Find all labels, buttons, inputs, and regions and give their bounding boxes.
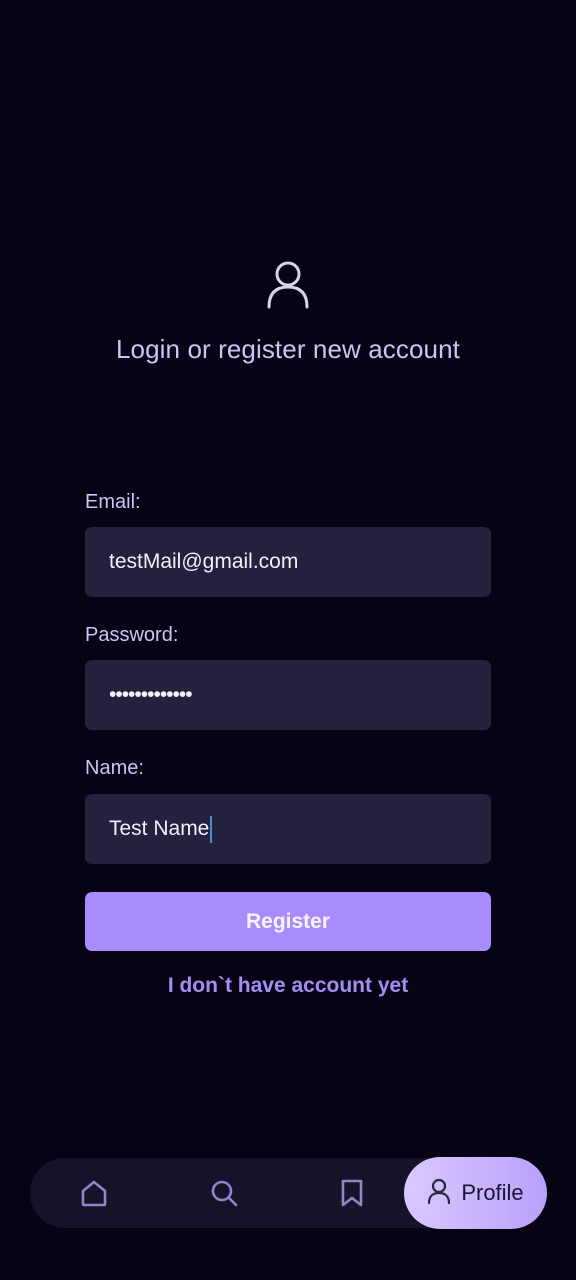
profile-screen: Login or register new account Email: tes…	[0, 0, 576, 1280]
page-title: Login or register new account	[116, 334, 460, 364]
nav-search[interactable]	[200, 1158, 248, 1228]
nav-home[interactable]	[70, 1158, 118, 1228]
search-icon	[209, 1178, 239, 1208]
name-label: Name:	[85, 757, 144, 779]
name-field[interactable]: Test Name	[85, 794, 491, 864]
user-icon	[427, 1178, 451, 1209]
nav-profile-label: Profile	[461, 1180, 524, 1205]
password-field[interactable]: •••••••••••••	[85, 660, 491, 730]
register-button[interactable]: Register	[85, 892, 491, 951]
email-label: Email:	[85, 491, 141, 513]
password-value: •••••••••••••	[109, 683, 193, 706]
nav-profile[interactable]: Profile	[404, 1157, 547, 1229]
email-field[interactable]: testMail@gmail.com	[85, 527, 491, 597]
home-icon	[79, 1178, 109, 1208]
password-label: Password:	[85, 624, 179, 646]
no-account-link[interactable]: I don`t have account yet	[0, 974, 576, 998]
user-icon	[266, 260, 310, 310]
name-value: Test Name	[109, 817, 210, 840]
bookmark-icon	[339, 1178, 365, 1208]
nav-bookmarks[interactable]	[328, 1158, 376, 1228]
text-caret	[210, 815, 213, 843]
email-value: testMail@gmail.com	[109, 550, 299, 573]
